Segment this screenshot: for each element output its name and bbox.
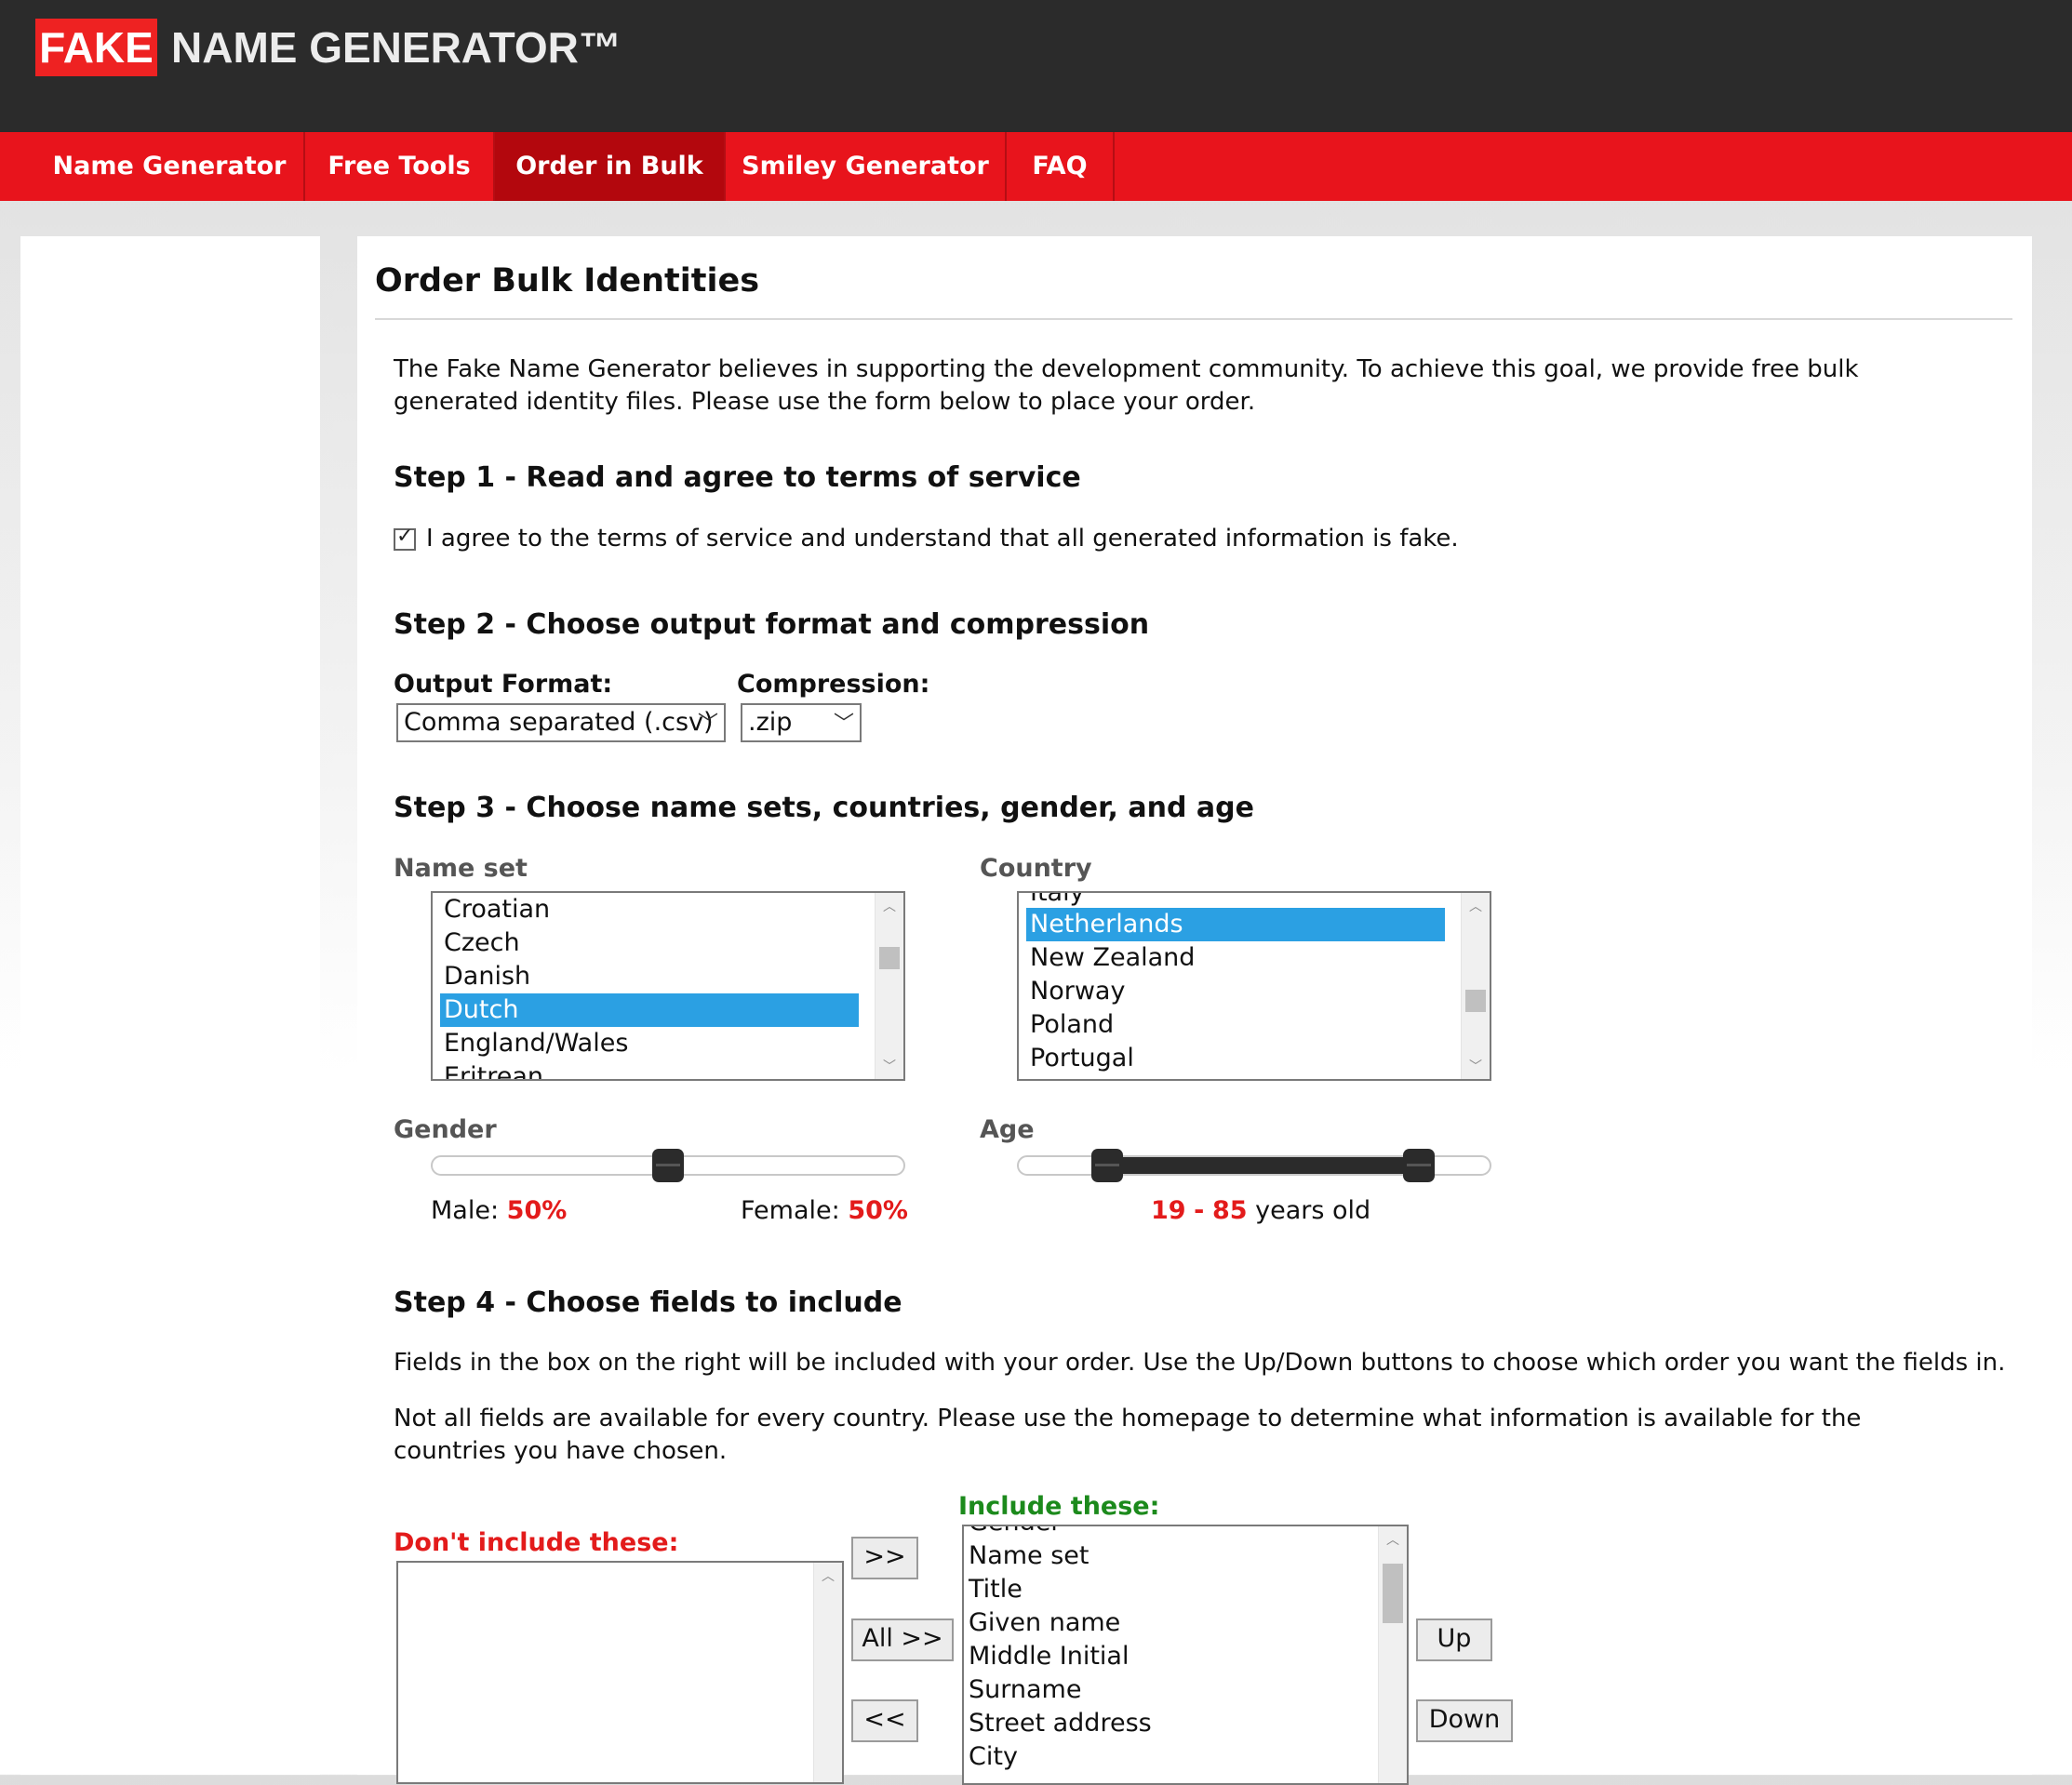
- intro-text: The Fake Name Generator believes in supp…: [394, 355, 1859, 416]
- scroll-down-icon[interactable]: ﹀: [876, 1057, 903, 1075]
- page-title: Order Bulk Identities: [375, 262, 760, 300]
- female-label: Female:: [741, 1196, 840, 1225]
- include-option[interactable]: Name set: [969, 1539, 1089, 1573]
- scrollbar-thumb[interactable]: [1383, 1564, 1403, 1623]
- step2-heading: Step 2 - Choose output format and compre…: [394, 608, 1150, 641]
- left-sidebar: [20, 236, 320, 1775]
- nameset-option[interactable]: England/Wales: [444, 1027, 628, 1060]
- scroll-up-icon[interactable]: ︿: [814, 1566, 842, 1585]
- scrollbar-thumb[interactable]: [879, 947, 900, 969]
- female-readout: Female: 50%: [741, 1196, 908, 1225]
- gender-slider-handle[interactable]: [652, 1149, 684, 1182]
- country-option[interactable]: Portugal: [1030, 1042, 1134, 1075]
- include-option[interactable]: Title: [969, 1573, 1023, 1606]
- age-separator: -: [1194, 1196, 1205, 1225]
- include-option[interactable]: Street address: [969, 1707, 1152, 1740]
- age-readout: 19 - 85 years old: [1151, 1196, 1370, 1225]
- logo-text[interactable]: NAME GENERATOR™: [171, 19, 622, 76]
- include-option[interactable]: Middle Initial: [969, 1640, 1129, 1673]
- country-label: Country: [980, 854, 1092, 883]
- age-label: Age: [980, 1115, 1035, 1144]
- age-min-handle[interactable]: [1091, 1149, 1123, 1182]
- include-option[interactable]: Gender: [969, 1526, 1062, 1539]
- nameset-option[interactable]: Czech: [444, 926, 520, 960]
- compression-label: Compression:: [737, 670, 930, 699]
- include-option[interactable]: City: [969, 1740, 1018, 1774]
- step4-heading: Step 4 - Choose fields to include: [394, 1286, 902, 1319]
- country-scrollbar[interactable]: ︿ ﹀: [1461, 893, 1490, 1079]
- output-format-value: Comma separated (.csv): [404, 708, 714, 737]
- step3-heading: Step 3 - Choose name sets, countries, ge…: [394, 792, 1254, 824]
- nameset-scrollbar[interactable]: ︿ ﹀: [875, 893, 903, 1079]
- male-label: Male:: [431, 1196, 500, 1225]
- move-up-button[interactable]: Up: [1416, 1618, 1492, 1661]
- nameset-option[interactable]: Eritrean: [444, 1060, 543, 1079]
- nav-smiley-generator[interactable]: Smiley Generator: [726, 132, 1007, 201]
- include-option[interactable]: Surname: [969, 1673, 1081, 1707]
- output-format-select[interactable]: Comma separated (.csv) ﹀: [396, 703, 726, 742]
- nav-name-generator[interactable]: Name Generator: [35, 132, 305, 201]
- compression-value: .zip: [748, 708, 793, 737]
- title-divider: [375, 318, 2012, 320]
- scroll-down-icon[interactable]: ﹀: [1462, 1057, 1490, 1075]
- country-option[interactable]: New Zealand: [1030, 941, 1195, 975]
- include-label: Include these:: [958, 1492, 1160, 1521]
- agree-checkbox[interactable]: [394, 525, 416, 551]
- female-percent: 50%: [848, 1196, 908, 1225]
- country-option[interactable]: Italy: [1030, 893, 1085, 910]
- scroll-up-icon[interactable]: ︿: [1379, 1530, 1407, 1549]
- add-all-fields-button[interactable]: All >>: [851, 1618, 954, 1661]
- age-min-value: 19: [1151, 1196, 1186, 1225]
- logo-fake[interactable]: FAKE: [35, 19, 157, 76]
- country-option[interactable]: Poland: [1030, 1008, 1114, 1042]
- gender-label: Gender: [394, 1115, 497, 1144]
- nameset-listbox[interactable]: Croatian Czech Danish Dutch England/Wale…: [431, 891, 905, 1081]
- agree-label: I agree to the terms of service and unde…: [426, 525, 1459, 553]
- chevron-down-icon: ﹀: [697, 713, 718, 736]
- exclude-scrollbar[interactable]: ︿: [813, 1563, 842, 1782]
- step1-heading: Step 1 - Read and agree to terms of serv…: [394, 461, 1081, 494]
- include-listbox[interactable]: Gender Name set Title Given name Middle …: [962, 1525, 1409, 1785]
- include-scrollbar[interactable]: ︿: [1378, 1526, 1407, 1783]
- compression-select[interactable]: .zip ﹀: [741, 703, 862, 742]
- age-max-handle[interactable]: [1403, 1149, 1435, 1182]
- chevron-down-icon: ﹀: [833, 713, 854, 736]
- male-percent: 50%: [506, 1196, 568, 1225]
- remove-field-button[interactable]: <<: [851, 1699, 918, 1742]
- exclude-label: Don't include these:: [394, 1528, 679, 1557]
- step4-text-1: Fields in the box on the right will be i…: [394, 1349, 2006, 1377]
- age-slider-range: [1107, 1157, 1420, 1174]
- male-readout: Male: 50%: [431, 1196, 567, 1225]
- step4-text-2: Not all fields are available for every c…: [394, 1405, 1862, 1465]
- nav-faq[interactable]: FAQ: [1007, 132, 1115, 201]
- country-option-selected[interactable]: Netherlands: [1026, 908, 1445, 941]
- country-listbox[interactable]: Italy Netherlands New Zealand Norway Pol…: [1017, 891, 1491, 1081]
- scroll-up-icon[interactable]: ︿: [876, 897, 903, 915]
- nameset-option-selected[interactable]: Dutch: [440, 993, 859, 1027]
- scrollbar-thumb[interactable]: [1465, 990, 1486, 1012]
- nav-free-tools[interactable]: Free Tools: [305, 132, 495, 201]
- exclude-listbox[interactable]: ︿: [396, 1561, 844, 1784]
- scroll-up-icon[interactable]: ︿: [1462, 897, 1490, 915]
- include-option[interactable]: Given name: [969, 1606, 1120, 1640]
- output-format-label: Output Format:: [394, 670, 613, 699]
- nav-order-in-bulk[interactable]: Order in Bulk: [495, 132, 726, 201]
- age-max-value: 85: [1211, 1196, 1248, 1225]
- nameset-option[interactable]: Danish: [444, 960, 530, 993]
- nameset-option[interactable]: Croatian: [444, 893, 550, 926]
- country-option[interactable]: Norway: [1030, 975, 1125, 1008]
- move-down-button[interactable]: Down: [1416, 1699, 1513, 1742]
- age-suffix: years old: [1255, 1196, 1371, 1225]
- nameset-label: Name set: [394, 854, 528, 883]
- add-field-button[interactable]: >>: [851, 1537, 918, 1579]
